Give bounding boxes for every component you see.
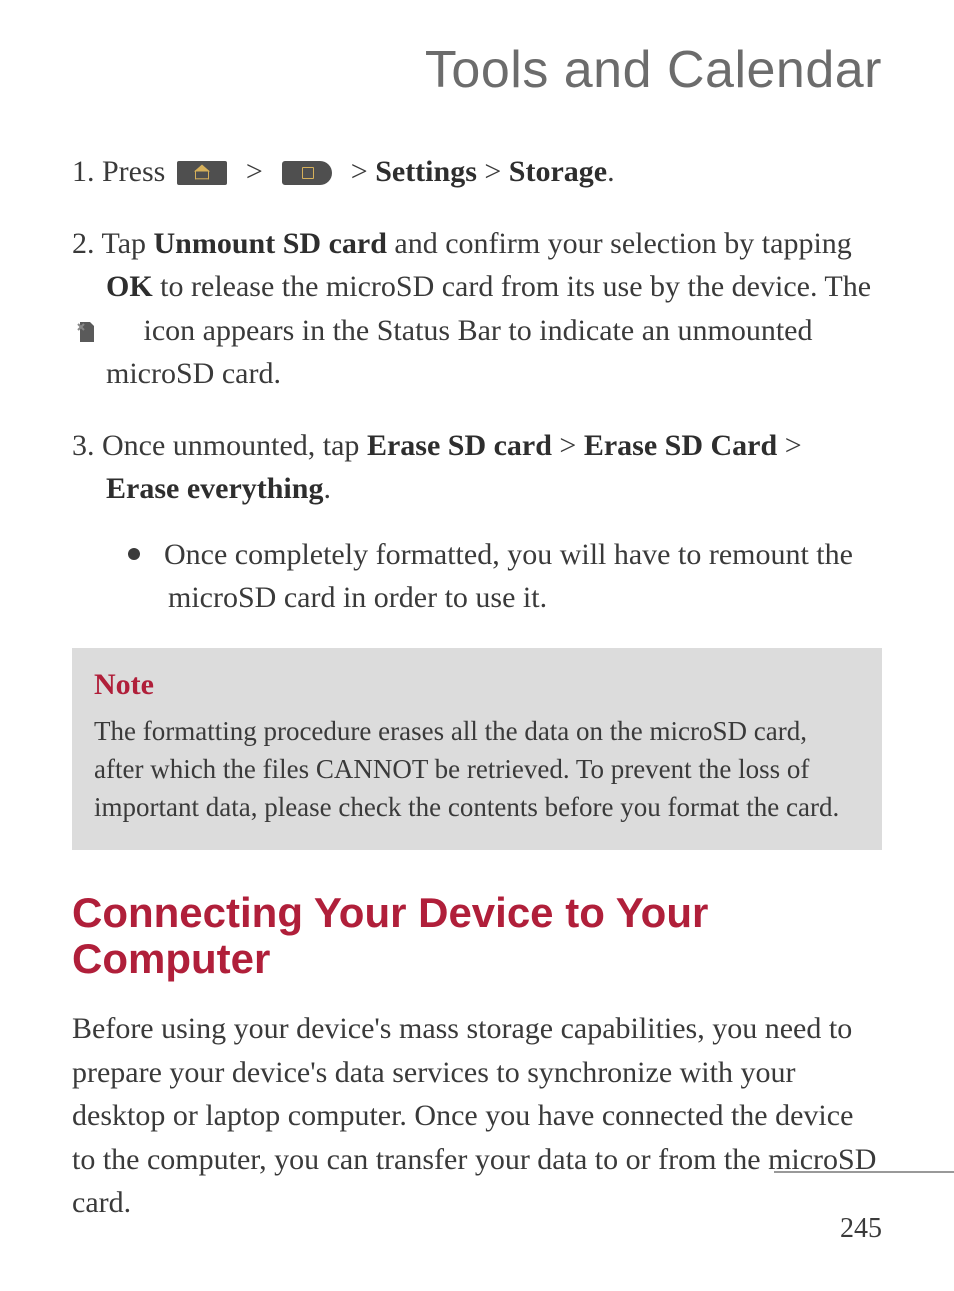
note-title: Note xyxy=(94,668,860,702)
ok-label: OK xyxy=(106,270,153,303)
storage-label: Storage xyxy=(509,155,607,188)
step-number: 3. xyxy=(72,429,95,462)
footer-rule xyxy=(774,1171,954,1173)
separator: > xyxy=(246,155,263,188)
period: . xyxy=(607,155,615,188)
chapter-title: Tools and Calendar xyxy=(72,40,882,100)
separator: > xyxy=(559,429,576,462)
step-text: to release the microSD card from its use… xyxy=(160,270,871,303)
separator: > xyxy=(351,155,368,188)
separator: > xyxy=(484,155,501,188)
step-number: 1. xyxy=(72,155,95,188)
separator: > xyxy=(785,429,802,462)
step-lead: Press xyxy=(102,155,165,188)
section-paragraph: Before using your device's mass storage … xyxy=(72,1007,882,1225)
period: . xyxy=(323,472,331,505)
erase-label-1: Erase SD card xyxy=(367,429,552,462)
step-3: 3. Once unmounted, tap Erase SD card > E… xyxy=(72,424,882,620)
step-lead: Once unmounted, tap xyxy=(102,429,359,462)
step-text: and confirm your selection by tapping xyxy=(394,227,851,260)
erase-label-3: Erase everything xyxy=(106,472,323,505)
bullet-text: Once completely formatted, you will have… xyxy=(164,538,853,615)
menu-button-icon xyxy=(282,161,332,185)
note-box: Note The formatting procedure erases all… xyxy=(72,648,882,851)
manual-page: Tools and Calendar 1. Press > > Settings… xyxy=(0,0,954,1291)
home-button-icon xyxy=(177,161,227,185)
sd-unmounted-icon xyxy=(110,313,130,337)
step-text: icon appears in the Status Bar to indica… xyxy=(106,314,813,391)
step-1: 1. Press > > Settings > Storage. xyxy=(72,150,882,194)
bullet-icon xyxy=(128,548,140,560)
unmount-label: Unmount SD card xyxy=(154,227,387,260)
step-2: 2. Tap Unmount SD card and confirm your … xyxy=(72,222,882,396)
note-text: The formatting procedure erases all the … xyxy=(94,712,860,827)
section-heading: Connecting Your Device to Your Computer xyxy=(72,890,882,981)
step-number: 2. xyxy=(72,227,95,260)
step-3-bullet: Once completely formatted, you will have… xyxy=(72,533,882,620)
erase-label-2: Erase SD Card xyxy=(584,429,777,462)
step-lead: Tap xyxy=(101,227,146,260)
page-number: 245 xyxy=(840,1213,882,1245)
settings-label: Settings xyxy=(375,155,477,188)
